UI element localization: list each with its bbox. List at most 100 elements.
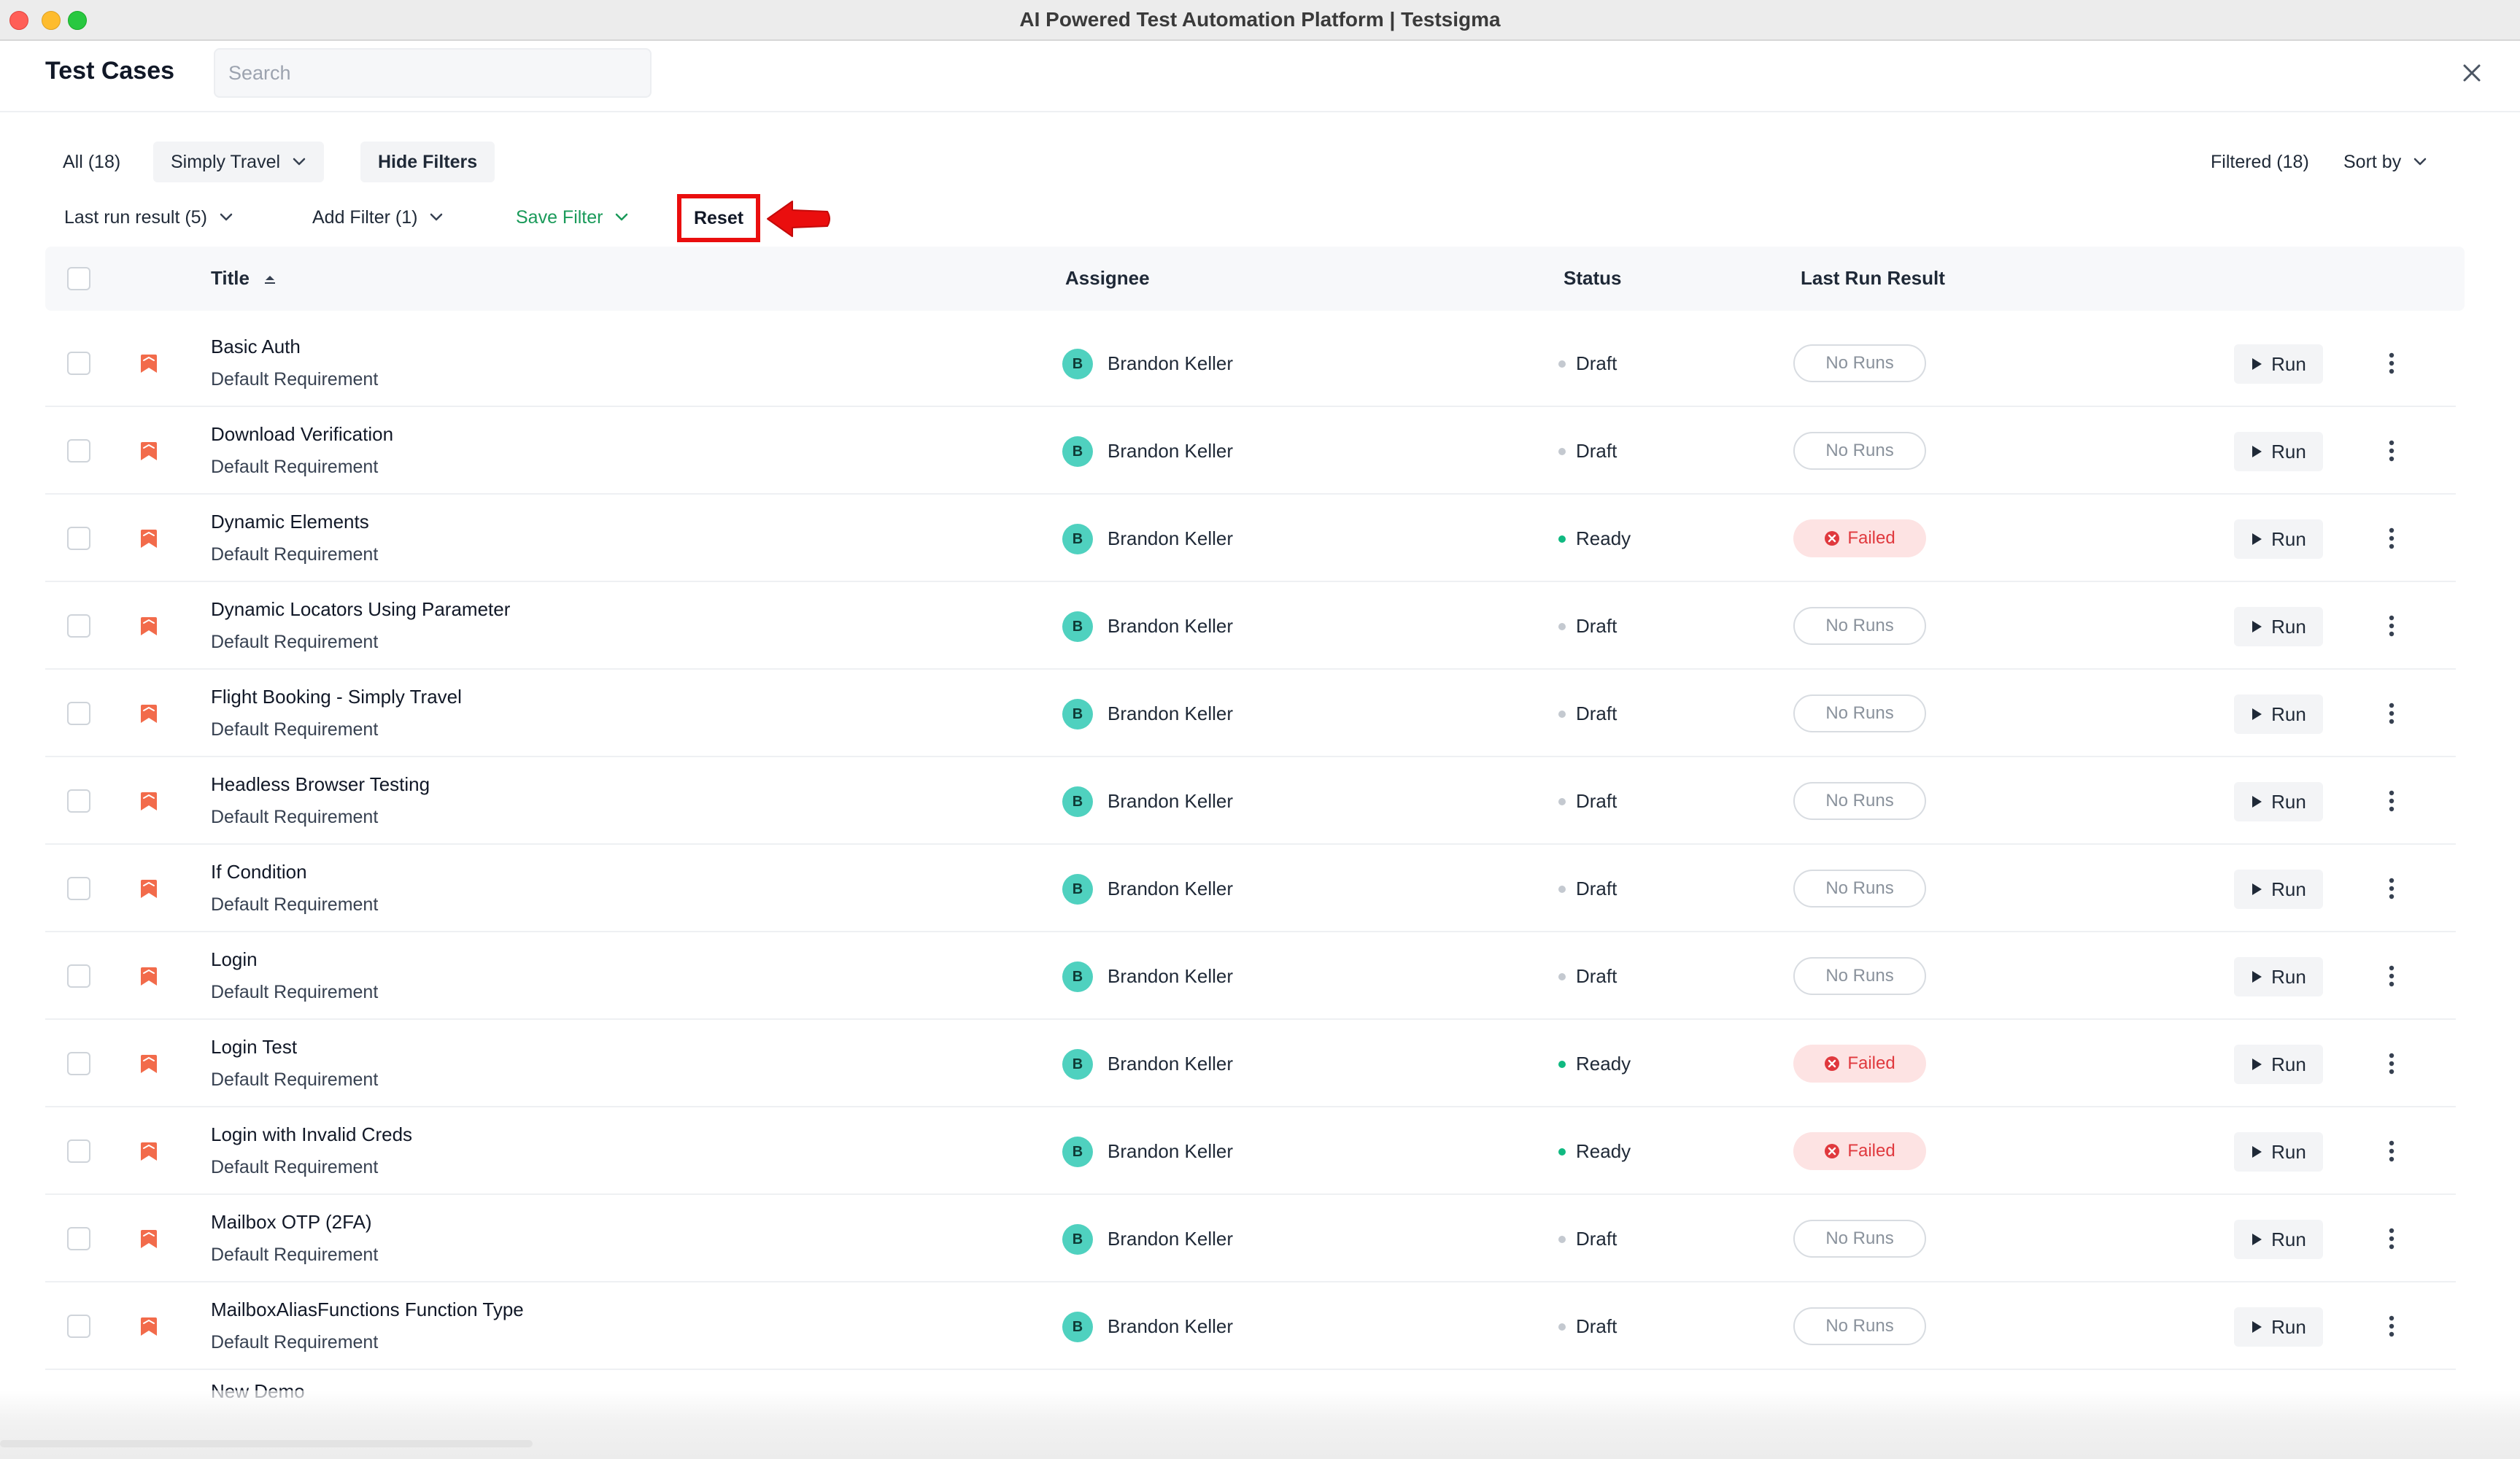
more-options-button[interactable] — [2378, 608, 2405, 643]
test-case-title[interactable]: Basic Auth — [211, 336, 301, 358]
test-case-title[interactable]: MailboxAliasFunctions Function Type — [211, 1299, 524, 1321]
run-button[interactable]: Run — [2234, 782, 2323, 821]
run-button[interactable]: Run — [2234, 1307, 2323, 1347]
run-button[interactable]: Run — [2234, 607, 2323, 646]
run-button[interactable]: Run — [2234, 957, 2323, 996]
row-checkbox[interactable] — [67, 527, 90, 550]
table-row[interactable]: If Condition Default Requirement B Brand… — [45, 845, 2456, 932]
select-all-checkbox[interactable] — [67, 267, 90, 290]
search-input[interactable] — [214, 48, 652, 98]
horizontal-scrollbar[interactable] — [0, 1440, 533, 1447]
run-button[interactable]: Run — [2234, 1045, 2323, 1084]
avatar: B — [1062, 524, 1093, 554]
row-checkbox[interactable] — [67, 1227, 90, 1250]
test-case-title[interactable]: Dynamic Elements — [211, 511, 369, 533]
priority-flag-icon — [141, 355, 157, 373]
run-button[interactable]: Run — [2234, 1220, 2323, 1259]
last-run-result-badge[interactable]: No Runs — [1793, 432, 1926, 470]
table-row[interactable]: Dynamic Locators Using Parameter Default… — [45, 582, 2456, 670]
last-run-result-badge[interactable]: Failed — [1793, 519, 1926, 557]
table-row[interactable]: MailboxAliasFunctions Function Type Defa… — [45, 1282, 2456, 1370]
test-case-requirement: Default Requirement — [211, 1157, 379, 1177]
more-options-button[interactable] — [2378, 433, 2405, 468]
last-run-result-badge[interactable]: No Runs — [1793, 1220, 1926, 1258]
run-button[interactable]: Run — [2234, 432, 2323, 471]
run-button[interactable]: Run — [2234, 694, 2323, 734]
more-options-button[interactable] — [2378, 871, 2405, 906]
all-filter-tab[interactable]: All (18) — [63, 142, 120, 182]
test-case-title[interactable]: If Condition — [211, 861, 307, 883]
last-run-result-badge[interactable]: No Runs — [1793, 607, 1926, 645]
row-checkbox[interactable] — [67, 964, 90, 988]
row-checkbox[interactable] — [67, 352, 90, 375]
row-checkbox[interactable] — [67, 789, 90, 813]
last-run-result-badge[interactable]: No Runs — [1793, 957, 1926, 995]
test-case-title[interactable]: Dynamic Locators Using Parameter — [211, 598, 510, 621]
run-button-label: Run — [2271, 352, 2306, 375]
add-filter-dropdown[interactable]: Add Filter (1) — [312, 197, 444, 238]
row-checkbox[interactable] — [67, 614, 90, 638]
run-button[interactable]: Run — [2234, 344, 2323, 384]
table-row[interactable]: Download Verification Default Requiremen… — [45, 407, 2456, 495]
test-case-title[interactable]: Login Test — [211, 1036, 297, 1059]
table-row[interactable]: Mailbox OTP (2FA) Default Requirement B … — [45, 1195, 2456, 1282]
test-case-requirement: Default Requirement — [211, 369, 379, 390]
last-run-result-badge[interactable]: No Runs — [1793, 782, 1926, 820]
all-filter-label: All (18) — [63, 151, 121, 172]
row-checkbox[interactable] — [67, 439, 90, 463]
row-checkbox[interactable] — [67, 1052, 90, 1075]
more-options-button[interactable] — [2378, 783, 2405, 818]
hide-filters-button[interactable]: Hide Filters — [360, 142, 495, 182]
last-run-result-badge[interactable]: No Runs — [1793, 344, 1926, 382]
last-run-result-badge[interactable]: Failed — [1793, 1132, 1926, 1170]
test-case-requirement: Default Requirement — [211, 1332, 379, 1352]
test-case-requirement: Default Requirement — [211, 982, 379, 1002]
more-options-button[interactable] — [2378, 1221, 2405, 1256]
more-options-button[interactable] — [2378, 346, 2405, 381]
table-row[interactable]: Login Test Default Requirement B Brandon… — [45, 1020, 2456, 1107]
row-checkbox[interactable] — [67, 702, 90, 725]
more-options-button[interactable] — [2378, 1309, 2405, 1344]
test-case-title[interactable]: Login — [211, 948, 258, 971]
last-run-result-filter[interactable]: Last run result (5) — [64, 197, 233, 238]
table-row[interactable]: Login Default Requirement B Brandon Kell… — [45, 932, 2456, 1020]
column-header-title[interactable]: Title — [211, 267, 278, 290]
last-run-result-badge[interactable]: No Runs — [1793, 1307, 1926, 1345]
test-case-title[interactable]: Login with Invalid Creds — [211, 1123, 412, 1146]
run-button[interactable]: Run — [2234, 870, 2323, 909]
table-row[interactable]: Headless Browser Testing Default Require… — [45, 757, 2456, 845]
more-options-button[interactable] — [2378, 696, 2405, 731]
row-checkbox[interactable] — [67, 877, 90, 900]
last-run-result-badge[interactable]: No Runs — [1793, 694, 1926, 732]
more-options-button[interactable] — [2378, 959, 2405, 994]
reset-button[interactable]: Reset — [677, 194, 760, 242]
table-row[interactable]: Login with Invalid Creds Default Require… — [45, 1107, 2456, 1195]
row-checkbox[interactable] — [67, 1315, 90, 1338]
project-dropdown[interactable]: Simply Travel — [153, 142, 325, 182]
last-run-result-badge[interactable]: No Runs — [1793, 870, 1926, 907]
close-button[interactable] — [2454, 55, 2489, 90]
assignee-name: Brandon Keller — [1108, 878, 1233, 899]
test-case-title[interactable]: Mailbox OTP (2FA) — [211, 1211, 372, 1234]
status-indicator: Draft — [1558, 615, 1617, 638]
test-case-title[interactable]: Download Verification — [211, 423, 393, 446]
sort-by-dropdown[interactable]: Sort by — [2343, 142, 2427, 182]
more-options-button[interactable] — [2378, 521, 2405, 556]
table-row[interactable]: Flight Booking - Simply Travel Default R… — [45, 670, 2456, 757]
run-button[interactable]: Run — [2234, 1132, 2323, 1172]
table-row[interactable]: Basic Auth Default Requirement B Brandon… — [45, 320, 2456, 407]
status-dot-icon — [1558, 710, 1566, 718]
table-row[interactable]: Dynamic Elements Default Requirement B B… — [45, 495, 2456, 582]
row-checkbox[interactable] — [67, 1139, 90, 1163]
test-case-title[interactable]: Flight Booking - Simply Travel — [211, 686, 462, 708]
status-label: Draft — [1576, 790, 1617, 812]
play-icon — [2251, 445, 2262, 458]
column-header-title-label: Title — [211, 267, 250, 289]
save-filter-dropdown[interactable]: Save Filter — [516, 197, 629, 238]
last-run-result-badge[interactable]: Failed — [1793, 1045, 1926, 1083]
more-options-button[interactable] — [2378, 1046, 2405, 1081]
test-case-title[interactable]: Headless Browser Testing — [211, 773, 430, 796]
more-vertical-icon — [2389, 1228, 2395, 1250]
more-options-button[interactable] — [2378, 1134, 2405, 1169]
run-button[interactable]: Run — [2234, 519, 2323, 559]
